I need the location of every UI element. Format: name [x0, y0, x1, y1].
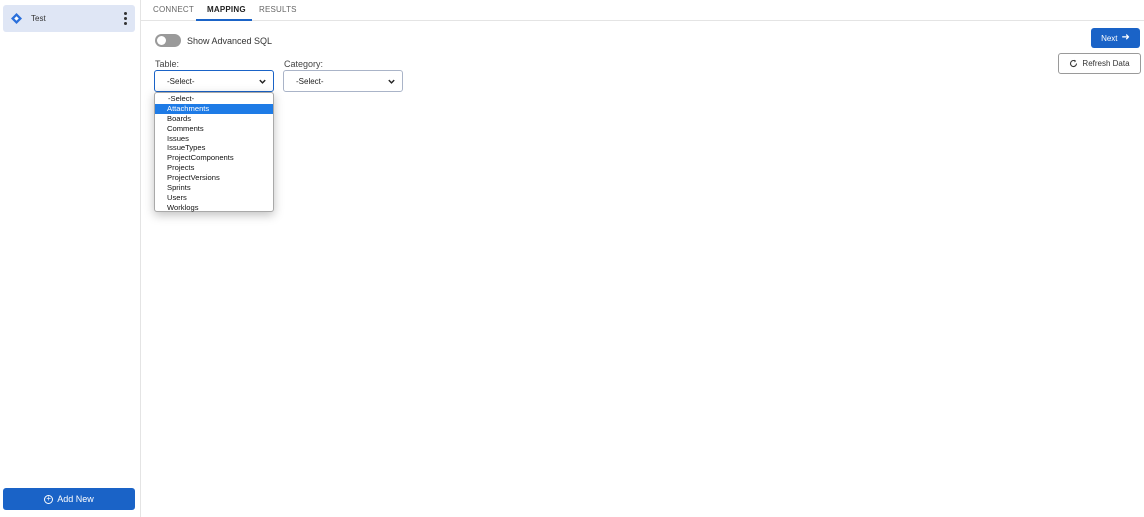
option-projectcomponents[interactable]: ProjectComponents	[155, 153, 273, 163]
option-comments[interactable]: Comments	[155, 124, 273, 134]
tab-bar: CONNECT MAPPING RESULTS	[141, 0, 1144, 21]
more-options-icon[interactable]	[123, 12, 127, 25]
add-new-button[interactable]: + Add New	[3, 488, 135, 510]
jira-diamond-icon	[11, 13, 22, 24]
plus-circle-icon: +	[44, 494, 54, 504]
category-select[interactable]: -Select-	[283, 70, 403, 92]
tab-mapping[interactable]: MAPPING	[207, 5, 246, 14]
tab-connect[interactable]: CONNECT	[153, 5, 194, 14]
option-select[interactable]: -Select-	[155, 94, 273, 104]
option-projects[interactable]: Projects	[155, 163, 273, 173]
active-tab-indicator	[196, 19, 252, 21]
refresh-icon	[1070, 59, 1078, 68]
option-attachments[interactable]: Attachments	[155, 103, 273, 114]
chevron-down-icon	[388, 79, 395, 84]
table-options-list: -Select- Attachments Boards Comments Iss…	[154, 92, 274, 212]
advanced-sql-label: Show Advanced SQL	[187, 36, 273, 46]
option-worklogs[interactable]: Worklogs	[155, 203, 273, 213]
connection-label: Test	[31, 14, 46, 23]
arrow-right-icon: ➜	[1121, 32, 1130, 43]
option-users[interactable]: Users	[155, 193, 273, 203]
table-label: Table:	[155, 59, 180, 69]
next-button[interactable]: Next ➜	[1091, 28, 1140, 48]
chevron-down-icon	[259, 79, 266, 84]
option-boards[interactable]: Boards	[155, 114, 273, 124]
tab-results[interactable]: RESULTS	[259, 5, 297, 14]
add-new-label: Add New	[57, 494, 94, 504]
category-select-value: -Select-	[296, 76, 324, 86]
table-select-value: -Select-	[167, 76, 195, 86]
option-sprints[interactable]: Sprints	[155, 183, 273, 193]
refresh-label: Refresh Data	[1082, 59, 1130, 68]
category-label: Category:	[284, 59, 324, 69]
table-select[interactable]: -Select-	[154, 70, 274, 92]
sidebar: Test + Add New	[0, 0, 141, 517]
option-issuetypes[interactable]: IssueTypes	[155, 143, 273, 153]
option-projectversions[interactable]: ProjectVersions	[155, 173, 273, 183]
connection-item-test[interactable]: Test	[3, 5, 135, 32]
advanced-sql-toggle[interactable]	[155, 34, 181, 47]
option-issues[interactable]: Issues	[155, 134, 273, 144]
refresh-data-button[interactable]: Refresh Data	[1058, 53, 1141, 74]
next-label: Next	[1101, 33, 1118, 43]
